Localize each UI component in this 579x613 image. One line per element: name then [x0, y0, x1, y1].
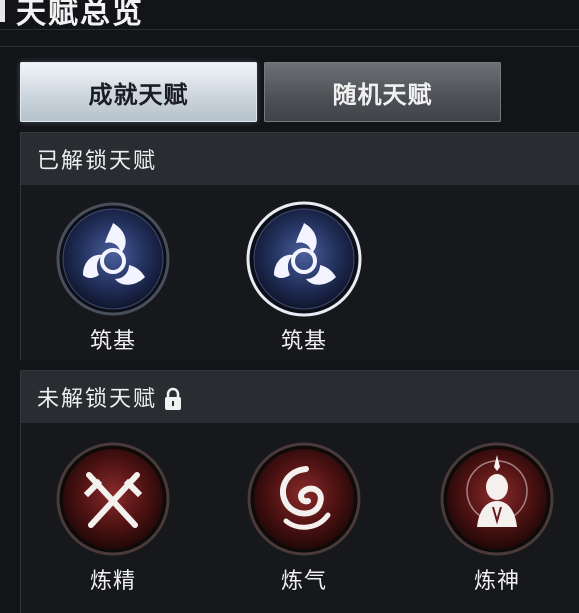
talent-name: 筑基	[280, 329, 327, 354]
swirl-blade-icon	[55, 201, 171, 317]
title-bar: 天赋总览	[0, 0, 579, 31]
talent-item-unlocked-1[interactable]: 筑基	[53, 201, 173, 355]
talent-item-locked-2[interactable]: 炼气	[244, 441, 364, 595]
talent-item-locked-3[interactable]: 炼神	[437, 441, 557, 595]
locked-section-title: 未解锁天赋	[37, 387, 158, 412]
spiral-qi-icon	[246, 441, 362, 557]
unlocked-section-title: 已解锁天赋	[37, 149, 158, 174]
talent-name: 炼精	[89, 569, 136, 594]
crossed-swords-icon	[55, 441, 171, 557]
tab-random-talents[interactable]: 随机天赋	[264, 62, 501, 122]
divider	[0, 46, 579, 47]
talent-name: 炼神	[473, 569, 520, 594]
locked-section-header: 未解锁天赋	[21, 371, 579, 423]
talent-item-unlocked-2-selected[interactable]: 筑基	[244, 201, 364, 355]
locked-talents-panel: 未解锁天赋 炼精 炼气 炼神	[20, 370, 579, 613]
lock-icon	[163, 387, 183, 411]
talent-name: 筑基	[89, 329, 136, 354]
title-accent-bar	[0, 0, 5, 22]
meditating-figure-icon	[439, 441, 555, 557]
swirl-blade-icon	[246, 201, 362, 317]
tab-achievement-talents[interactable]: 成就天赋	[20, 62, 257, 122]
talent-name: 炼气	[280, 569, 327, 594]
talent-item-locked-1[interactable]: 炼精	[53, 441, 173, 595]
unlocked-section-header: 已解锁天赋	[21, 133, 579, 185]
unlocked-talents-panel: 已解锁天赋 筑基 筑基	[20, 132, 579, 360]
page-title: 天赋总览	[16, 0, 144, 31]
